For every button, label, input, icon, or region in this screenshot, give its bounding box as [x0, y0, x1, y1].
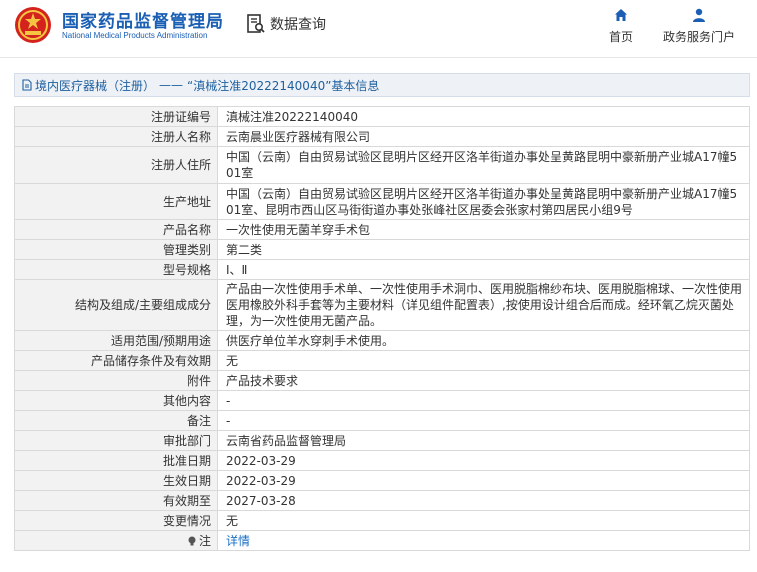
field-value: 2022-03-29: [217, 450, 750, 471]
device-info-table: 注册证编号 滇械注准20222140040 注册人名称 云南晨业医疗器械有限公司…: [14, 106, 750, 551]
note-label: 注: [14, 530, 218, 551]
field-value: 产品技术要求: [217, 370, 750, 391]
data-query-link[interactable]: 数据查询: [247, 13, 326, 35]
field-label: 其他内容: [14, 390, 218, 411]
field-label: 有效期至: [14, 490, 218, 511]
field-value: 2022-03-29: [217, 470, 750, 491]
home-icon: [615, 9, 627, 21]
field-label: 适用范围/预期用途: [14, 330, 218, 351]
table-row: 产品名称 一次性使用无菌羊穿手术包: [14, 219, 750, 240]
field-label: 型号规格: [14, 259, 218, 280]
site-header: 国家药品监督管理局 National Medical Products Admi…: [0, 0, 757, 58]
note-label-text: 注: [198, 533, 211, 548]
table-row: 结构及组成/主要组成成分 产品由一次性使用手术单、一次性使用手术洞巾、医用脱脂棉…: [14, 279, 750, 331]
table-row: 管理类别 第二类: [14, 239, 750, 260]
field-value: 无: [217, 350, 750, 371]
data-query-label: 数据查询: [270, 17, 326, 33]
field-label: 注册证编号: [14, 106, 218, 127]
breadcrumb-title: “滇械注准20222140040”基本信息: [187, 78, 380, 93]
table-row: 有效期至 2027-03-28: [14, 490, 750, 511]
field-value: -: [217, 410, 750, 431]
table-row: 注册人名称 云南晨业医疗器械有限公司: [14, 126, 750, 147]
table-row: 注册证编号 滇械注准20222140040: [14, 106, 750, 127]
table-row: 型号规格 Ⅰ、Ⅱ: [14, 259, 750, 280]
field-value: 详情: [217, 530, 750, 551]
field-value: 中国（云南）自由贸易试验区昆明片区经开区洛羊街道办事处呈黄路昆明中豪新册产业城A…: [217, 183, 750, 220]
field-label: 产品名称: [14, 219, 218, 240]
field-label: 附件: [14, 370, 218, 391]
field-label: 批准日期: [14, 450, 218, 471]
field-value: 2027-03-28: [217, 490, 750, 511]
field-label: 注册人住所: [14, 146, 218, 184]
field-label: 生产地址: [14, 183, 218, 220]
table-row: 附件 产品技术要求: [14, 370, 750, 391]
field-value: 一次性使用无菌羊穿手术包: [217, 219, 750, 240]
table-row: 注册人住所 中国（云南）自由贸易试验区昆明片区经开区洛羊街道办事处呈黄路昆明中豪…: [14, 146, 750, 184]
table-row: 备注 -: [14, 410, 750, 431]
field-value: 供医疗单位羊水穿刺手术使用。: [217, 330, 750, 351]
table-row: 产品储存条件及有效期 无: [14, 350, 750, 371]
field-label: 注册人名称: [14, 126, 218, 147]
table-row: 注 详情: [14, 530, 750, 551]
field-value: 云南省药品监督管理局: [217, 430, 750, 451]
field-label: 结构及组成/主要组成成分: [14, 279, 218, 331]
lightbulb-icon: [188, 536, 196, 545]
document-search-icon: [247, 14, 265, 33]
field-value: 无: [217, 510, 750, 531]
field-value: 云南晨业医疗器械有限公司: [217, 126, 750, 147]
national-emblem-icon[interactable]: [14, 6, 52, 44]
nav-home[interactable]: 首页: [609, 8, 633, 45]
table-row: 变更情况 无: [14, 510, 750, 531]
document-icon: [22, 79, 32, 91]
field-value: 产品由一次性使用手术单、一次性使用手术洞巾、医用脱脂棉纱布块、医用脱脂棉球、一次…: [217, 279, 750, 331]
nav-service-portal[interactable]: 政务服务门户: [663, 8, 735, 45]
breadcrumb-separator: ——: [159, 78, 184, 92]
brand-name-english: National Medical Products Administration: [62, 31, 208, 40]
details-link[interactable]: 详情: [226, 534, 250, 548]
field-label: 备注: [14, 410, 218, 431]
nav-service-label: 政务服务门户: [663, 30, 736, 44]
breadcrumb: 境内医疗器械（注册） —— “滇械注准20222140040”基本信息: [14, 73, 750, 97]
table-row: 生效日期 2022-03-29: [14, 470, 750, 491]
field-label: 产品储存条件及有效期: [14, 350, 218, 371]
breadcrumb-category[interactable]: 境内医疗器械（注册）: [35, 77, 155, 94]
field-value: 滇械注准20222140040: [217, 106, 750, 127]
table-row: 适用范围/预期用途 供医疗单位羊水穿刺手术使用。: [14, 330, 750, 351]
field-label: 变更情况: [14, 510, 218, 531]
field-value: 第二类: [217, 239, 750, 260]
field-label: 审批部门: [14, 430, 218, 451]
field-label: 管理类别: [14, 239, 218, 260]
table-row: 批准日期 2022-03-29: [14, 450, 750, 471]
field-label: 生效日期: [14, 470, 218, 491]
field-value: 中国（云南）自由贸易试验区昆明片区经开区洛羊街道办事处呈黄路昆明中豪新册产业城A…: [217, 146, 750, 184]
brand-name[interactable]: 国家药品监督管理局: [62, 7, 224, 32]
table-row: 审批部门 云南省药品监督管理局: [14, 430, 750, 451]
field-value: -: [217, 390, 750, 411]
nav-home-label: 首页: [609, 30, 634, 44]
table-row: 其他内容 -: [14, 390, 750, 411]
field-value: Ⅰ、Ⅱ: [217, 259, 750, 280]
user-icon: [693, 8, 705, 22]
table-row: 生产地址 中国（云南）自由贸易试验区昆明片区经开区洛羊街道办事处呈黄路昆明中豪新…: [14, 183, 750, 220]
